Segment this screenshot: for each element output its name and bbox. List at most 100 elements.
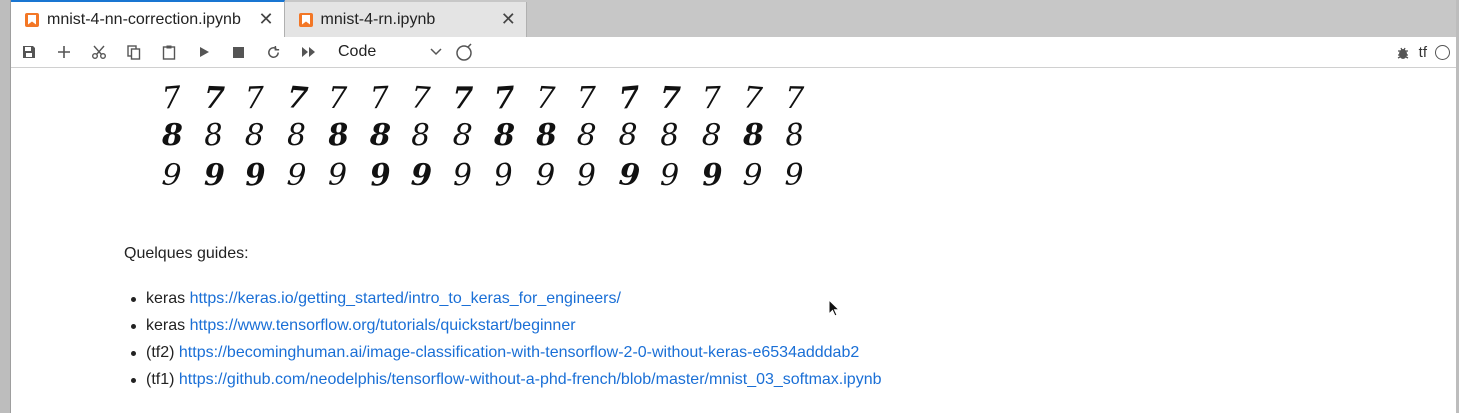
mnist-digit: 7 xyxy=(285,80,309,117)
cell-type-dropdown[interactable]: Code xyxy=(338,39,446,65)
kernel-name[interactable]: tf xyxy=(1419,44,1427,61)
fast-forward-icon xyxy=(302,47,315,57)
mnist-digit: 8 xyxy=(451,117,474,154)
paste-icon xyxy=(162,45,175,60)
mnist-digit: 7 xyxy=(452,81,474,116)
link-becominghuman[interactable]: https://becominghuman.ai/image-classific… xyxy=(179,344,859,361)
tab-label: mnist-4-nn-correction.ipynb xyxy=(47,10,241,28)
link-prefix: keras xyxy=(146,317,186,334)
mnist-digit: 8 xyxy=(534,117,558,154)
close-icon[interactable]: ✕ xyxy=(499,9,518,30)
restart-button[interactable] xyxy=(256,38,291,66)
mnist-digit: 8 xyxy=(575,117,598,154)
stop-button[interactable] xyxy=(221,38,256,66)
mnist-digit: 8 xyxy=(742,117,765,154)
mnist-digit: 8 xyxy=(286,117,306,154)
tab-label: mnist-4-rn.ipynb xyxy=(320,10,436,28)
mnist-digit: 9 xyxy=(534,157,556,194)
mnist-digit: 7 xyxy=(784,80,804,117)
cut-button[interactable] xyxy=(81,38,116,66)
mnist-digit: 7 xyxy=(617,80,641,117)
mnist-digit: 7 xyxy=(659,80,682,117)
kernel-status-icon xyxy=(1435,45,1450,60)
notebook-icon xyxy=(299,12,313,27)
bug-icon[interactable] xyxy=(1395,45,1411,61)
mnist-digit: 8 xyxy=(658,117,681,154)
mnist-digit: 7 xyxy=(741,80,764,117)
mnist-digit: 8 xyxy=(202,117,224,154)
restart-icon xyxy=(268,45,280,58)
jupyterlab-window: mnist-4-nn-correction.ipynb ✕ mnist-4-rn… xyxy=(10,0,1456,413)
paste-button[interactable] xyxy=(151,38,186,66)
copy-icon xyxy=(126,45,140,60)
link-keras-intro[interactable]: https://keras.io/getting_started/intro_t… xyxy=(190,290,621,307)
add-icon xyxy=(57,46,70,58)
tab-mnist-4-nn-correction[interactable]: mnist-4-nn-correction.ipynb ✕ xyxy=(11,0,285,37)
chevron-down-icon xyxy=(430,48,442,56)
guides-list: keras https://keras.io/getting_started/i… xyxy=(124,285,1324,393)
tab-mnist-4-rn[interactable]: mnist-4-rn.ipynb ✕ xyxy=(285,2,527,37)
mnist-digit: 7 xyxy=(492,80,517,117)
list-item: (tf1) https://github.com/neodelphis/tens… xyxy=(124,366,1324,393)
mnist-digit: 9 xyxy=(410,157,433,194)
mnist-digit: 9 xyxy=(617,157,641,194)
mnist-digit: 9 xyxy=(285,157,307,194)
mnist-digit: 8 xyxy=(162,118,183,153)
close-icon[interactable]: ✕ xyxy=(256,9,276,30)
mnist-digit: 8 xyxy=(618,118,638,153)
copy-button[interactable] xyxy=(116,38,151,66)
mnist-digit: 8 xyxy=(493,117,516,154)
run-button[interactable] xyxy=(186,38,221,66)
mnist-digit: 9 xyxy=(452,157,472,194)
mnist-digit: 7 xyxy=(202,80,225,117)
mnist-digit: 9 xyxy=(741,157,764,194)
mnist-digit: 8 xyxy=(326,117,351,154)
mnist-digit: 9 xyxy=(328,158,348,193)
tab-bar: mnist-4-nn-correction.ipynb ✕ mnist-4-rn… xyxy=(11,0,1456,37)
mnist-digit: 7 xyxy=(700,80,722,117)
save-button[interactable] xyxy=(11,38,46,66)
mnist-digit: 9 xyxy=(576,157,597,194)
list-item: keras https://keras.io/getting_started/i… xyxy=(124,285,1324,312)
mouse-cursor-icon xyxy=(828,299,840,317)
mnist-digit: 8 xyxy=(244,117,265,154)
mnist-digit: 9 xyxy=(492,157,515,194)
run-icon xyxy=(199,47,209,57)
list-item: (tf2) https://becominghuman.ai/image-cla… xyxy=(124,339,1324,366)
mnist-digit: 9 xyxy=(160,157,183,194)
link-prefix: (tf2) xyxy=(146,344,175,361)
cell-type-value: Code xyxy=(338,43,377,60)
link-prefix: keras xyxy=(146,290,186,307)
mnist-digit: 9 xyxy=(659,157,680,194)
mnist-digit: 8 xyxy=(368,117,391,154)
mnist-digit: 7 xyxy=(576,80,597,117)
mnist-digit: 9 xyxy=(244,157,267,194)
link-tensorflow-quickstart[interactable]: https://www.tensorflow.org/tutorials/qui… xyxy=(190,317,576,334)
mnist-digit: 8 xyxy=(410,117,431,154)
mnist-digit: 7 xyxy=(160,80,183,117)
mnist-digit: 7 xyxy=(327,80,348,117)
notebook-toolbar: Code tf xyxy=(11,37,1456,68)
circle-slash-icon xyxy=(455,43,472,61)
save-icon xyxy=(22,46,35,58)
restart-run-all-button[interactable] xyxy=(291,38,326,66)
mnist-digit: 9 xyxy=(368,157,392,194)
link-github-neodelphis[interactable]: https://github.com/neodelphis/tensorflow… xyxy=(179,371,882,388)
code-format-button[interactable] xyxy=(446,38,481,66)
notebook-panel[interactable]: 7777777777777777888888888888888899999999… xyxy=(11,69,1456,413)
mnist-digit: 7 xyxy=(534,80,556,117)
mnist-digit: 7 xyxy=(409,80,432,117)
link-prefix: (tf1) xyxy=(146,371,175,388)
stop-icon xyxy=(233,46,244,58)
insert-cell-button[interactable] xyxy=(46,38,81,66)
markdown-cell[interactable]: Quelques guides: keras https://keras.io/… xyxy=(124,245,1324,393)
mnist-digit: 8 xyxy=(783,117,806,154)
list-item: keras https://www.tensorflow.org/tutoria… xyxy=(124,312,1324,339)
mnist-digit: 7 xyxy=(244,80,265,117)
cut-icon xyxy=(91,45,106,59)
mnist-digit: 8 xyxy=(700,117,722,154)
mnist-digits-output: 7777777777777777888888888888888899999999… xyxy=(11,69,911,199)
notebook-icon xyxy=(25,12,39,27)
kernel-area: tf xyxy=(1395,37,1450,68)
mnist-digit: 9 xyxy=(700,157,724,194)
